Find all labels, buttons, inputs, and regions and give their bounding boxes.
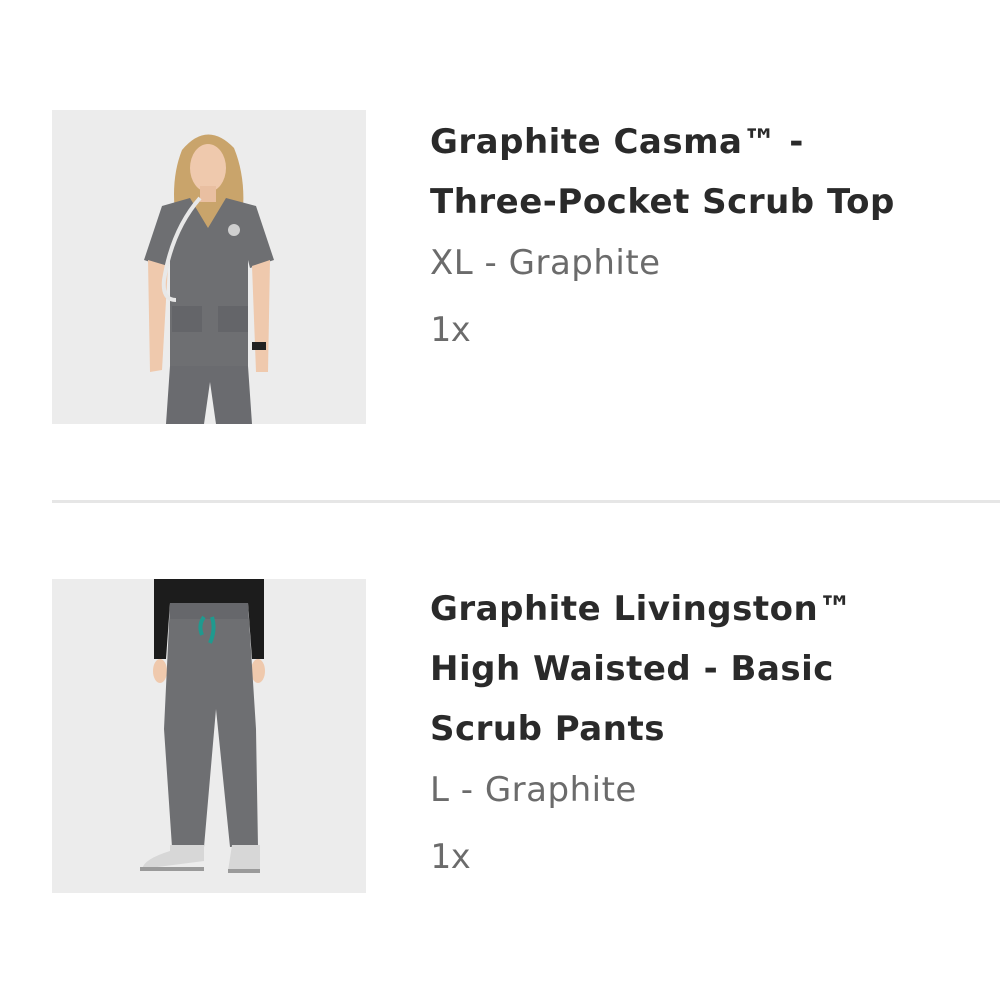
item-info: Graphite Casma™ - Three-Pocket Scrub Top… (430, 112, 990, 366)
item-info: Graphite Livingston™ High Waisted - Basi… (430, 579, 990, 893)
product-title[interactable]: Graphite Casma™ - Three-Pocket Scrub Top (430, 112, 990, 232)
product-variant: L - Graphite (430, 770, 637, 810)
product-title-line: Graphite Livingston™ (430, 589, 853, 629)
product-title-line: High Waisted - Basic (430, 649, 834, 689)
product-quantity: 1x (430, 310, 471, 350)
product-title-line: Three-Pocket Scrub Top (430, 182, 895, 222)
scrub-pants-image (52, 579, 366, 893)
product-title[interactable]: Graphite Livingston™ High Waisted - Basi… (430, 579, 990, 759)
product-variant: XL - Graphite (430, 243, 661, 283)
product-title-line: Graphite Casma™ - (430, 122, 804, 162)
product-quantity: 1x (430, 837, 471, 877)
scrub-pants-photo[interactable] (52, 579, 366, 893)
item-divider (52, 500, 1000, 503)
product-title-line: Scrub Pants (430, 709, 665, 749)
scrub-top-photo[interactable] (52, 110, 366, 424)
scrub-top-image (52, 110, 366, 424)
